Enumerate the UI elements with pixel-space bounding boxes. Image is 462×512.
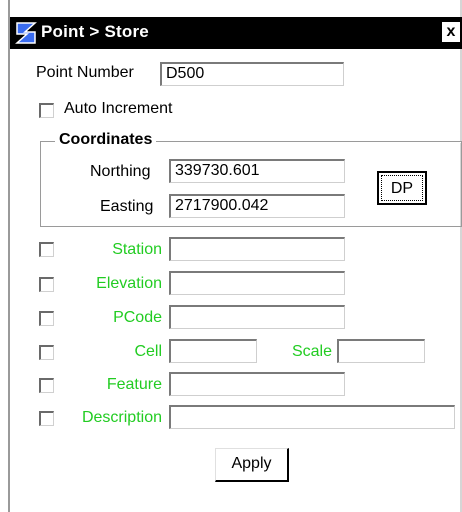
- station-checkbox[interactable]: [39, 242, 54, 257]
- point-number-input[interactable]: D500: [160, 62, 344, 86]
- inroads-logo-icon: [14, 20, 38, 46]
- cell-label: Cell: [134, 343, 162, 360]
- scale-label: Scale: [291, 343, 332, 360]
- feature-input[interactable]: [169, 372, 345, 396]
- title-bar[interactable]: Point > Store x: [10, 17, 462, 49]
- window-title: Point > Store: [41, 22, 149, 41]
- cell-input[interactable]: [169, 339, 257, 363]
- apply-button[interactable]: Apply: [215, 448, 289, 482]
- northing-label: Northing: [90, 163, 151, 180]
- pcode-input[interactable]: [169, 305, 345, 329]
- feature-label: Feature: [106, 376, 162, 393]
- description-label: Description: [81, 409, 162, 426]
- feature-checkbox[interactable]: [39, 378, 54, 393]
- scale-input[interactable]: [337, 339, 425, 363]
- northing-input[interactable]: 339730.601: [169, 159, 345, 183]
- easting-input[interactable]: 2717900.042: [169, 194, 345, 218]
- close-icon[interactable]: x: [447, 23, 456, 40]
- station-label: Station: [112, 241, 162, 258]
- pcode-label: PCode: [113, 309, 162, 326]
- elevation-input[interactable]: [169, 271, 345, 295]
- pcode-checkbox[interactable]: [39, 311, 54, 326]
- elevation-label: Elevation: [96, 275, 162, 292]
- coordinates-group-title: Coordinates: [55, 131, 157, 149]
- description-input[interactable]: [169, 405, 455, 429]
- auto-increment-label: Auto Increment: [64, 100, 173, 117]
- description-checkbox[interactable]: [39, 411, 54, 426]
- dp-button-label: DP: [381, 175, 423, 201]
- cell-checkbox[interactable]: [39, 345, 54, 360]
- auto-increment-checkbox[interactable]: [39, 103, 54, 118]
- point-number-label: Point Number: [36, 64, 134, 81]
- dp-button[interactable]: DP: [377, 171, 427, 205]
- station-input[interactable]: [169, 237, 345, 261]
- elevation-checkbox[interactable]: [39, 277, 54, 292]
- close-button[interactable]: x: [442, 22, 460, 42]
- easting-label: Easting: [100, 198, 154, 215]
- dialog-window: Point > Store x Point Number D500 Auto I…: [8, 0, 462, 512]
